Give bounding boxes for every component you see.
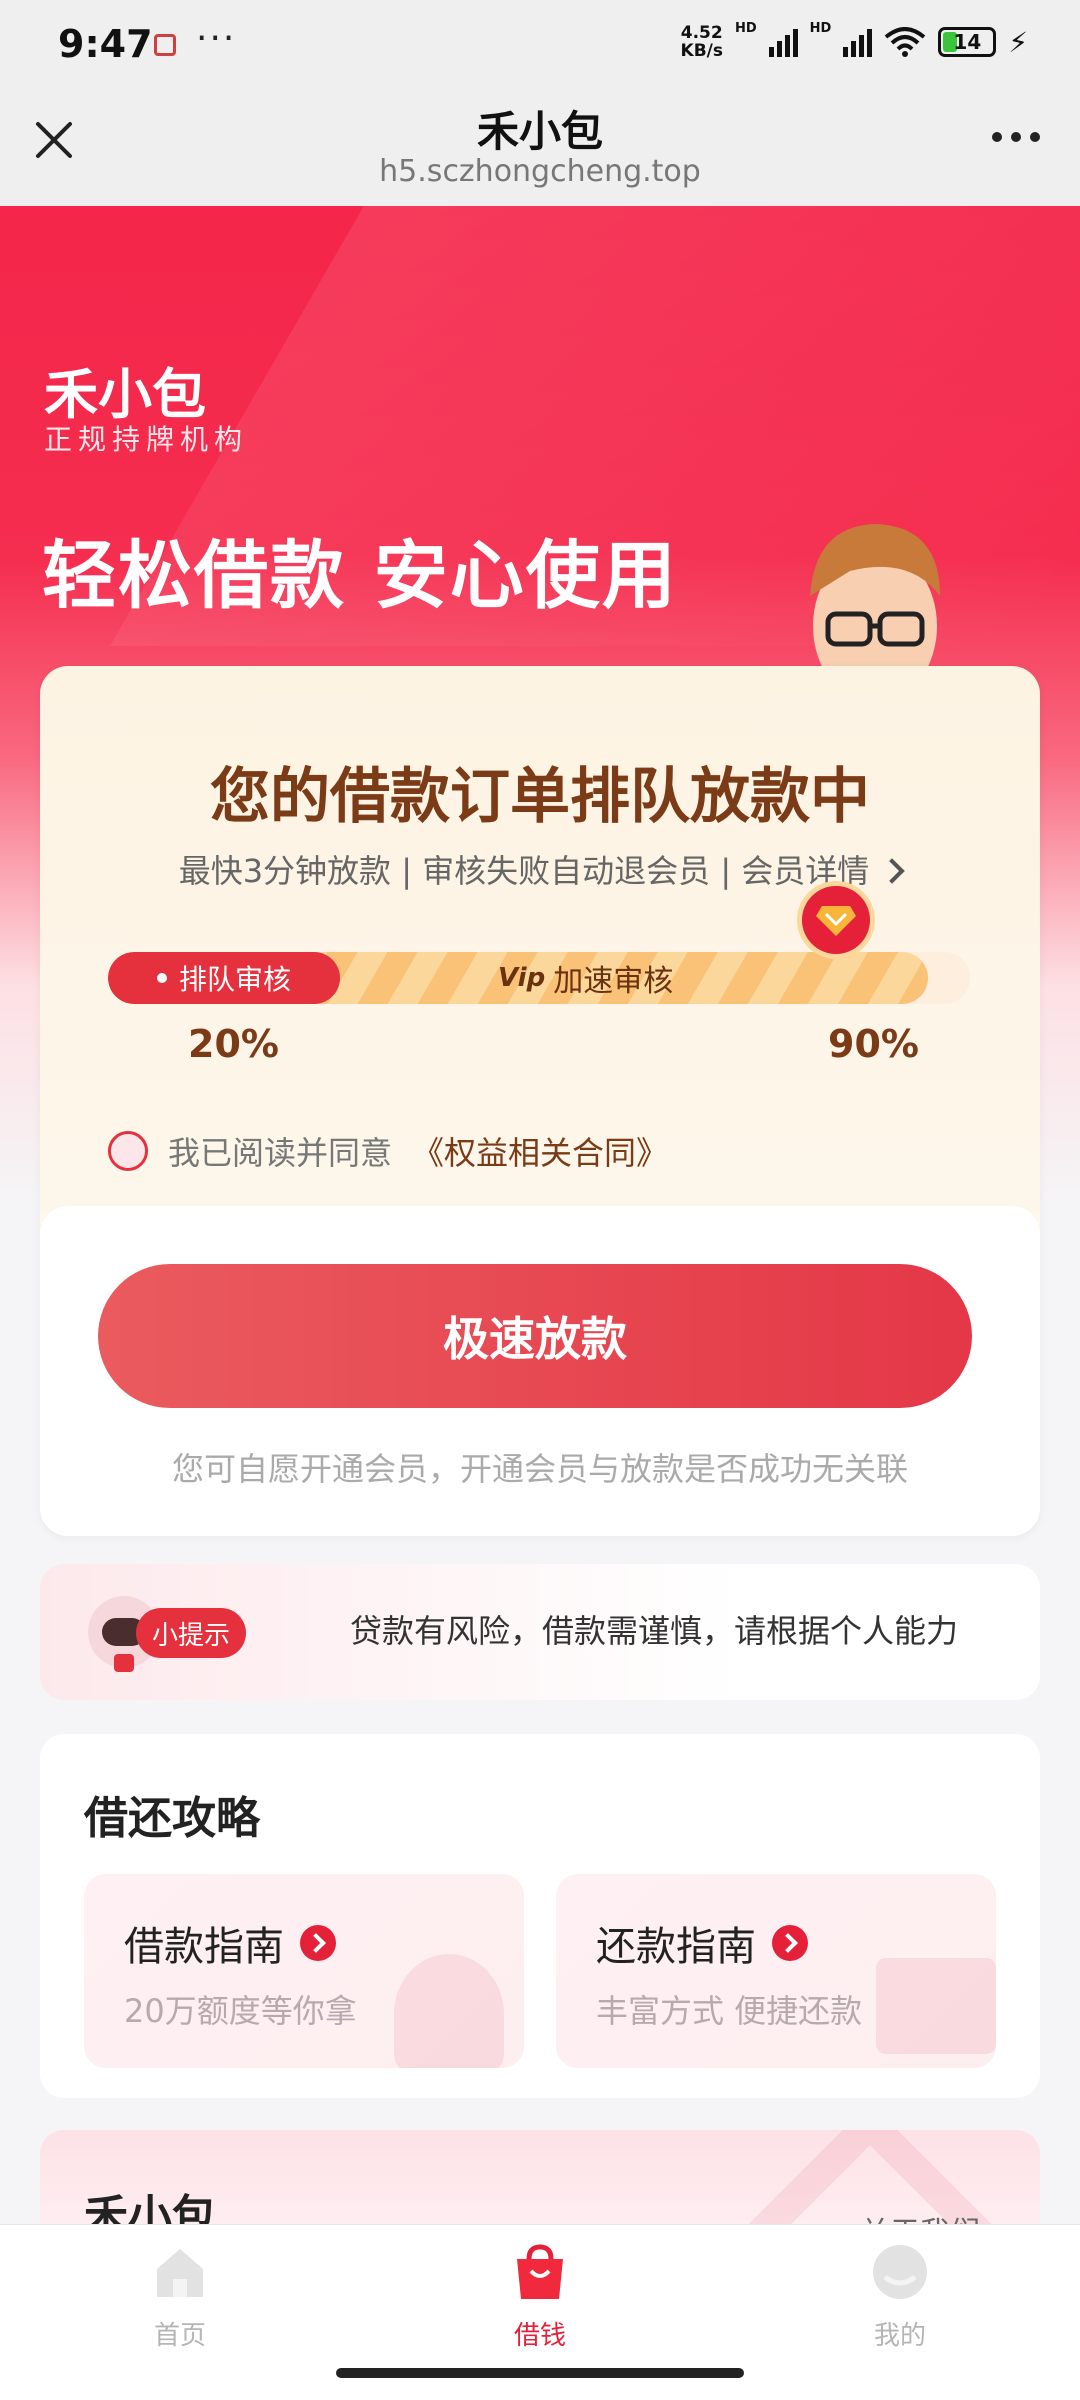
tip-banner: 小提示 贷款有风险，借款需谨慎，请根据个人能力: [40, 1564, 1040, 1700]
hd-label-2: HD: [809, 20, 832, 36]
progress-percent-right: 90%: [828, 1022, 919, 1066]
fast-loan-button[interactable]: 极速放款: [98, 1264, 972, 1408]
borrow-guide-card[interactable]: 借款指南 20万额度等你拿: [84, 1874, 524, 2068]
tab-mine[interactable]: 我的: [800, 2243, 1000, 2352]
status-more-icon: ···: [196, 18, 237, 59]
loan-action-panel: 极速放款 您可自愿开通会员，开通会员与放款是否成功无关联: [40, 1206, 1040, 1536]
vip-icon: Vip: [498, 963, 546, 993]
card-icon: [876, 1958, 996, 2054]
review-progress-bar: 排队审核 Vip 加速审核: [108, 952, 970, 1004]
chevron-right-icon: [300, 1925, 336, 1961]
order-status-title: 您的借款订单排队放款中: [210, 762, 870, 832]
status-time: 9:47: [58, 22, 153, 66]
agreement-checkbox[interactable]: [108, 1131, 148, 1171]
user-icon: [873, 2245, 927, 2299]
hero-slogan: 轻松借款 安心使用: [42, 533, 678, 619]
home-icon: [157, 2249, 203, 2297]
agreement-row: 我已阅读并同意 《权益相关合同》: [108, 1128, 668, 1174]
order-status-subtitle[interactable]: 最快3分钟放款 | 审核失败自动退会员 | 会员详情: [40, 846, 1040, 892]
status-bar: 9:47 ··· 4.52 KB/s HD HD 14 ⚡: [0, 0, 1080, 92]
progress-step-queue: 排队审核: [108, 952, 340, 1004]
tip-marquee-text: 贷款有风险，借款需谨慎，请根据个人能力: [350, 1612, 959, 1650]
home-indicator[interactable]: [336, 2368, 744, 2378]
agreement-text: 我已阅读并同意: [168, 1134, 393, 1172]
tab-home[interactable]: 首页: [80, 2243, 280, 2352]
network-speed: 4.52 KB/s: [680, 23, 723, 61]
signal-icon-2: [843, 27, 873, 57]
tip-tag: 小提示: [136, 1608, 247, 1658]
vip-diamond-badge: [802, 886, 870, 954]
page-title: 禾小包: [476, 107, 603, 156]
nav-bar: 禾小包 h5.sczhongcheng.top: [0, 92, 1080, 206]
agreement-link[interactable]: 《权益相关合同》: [412, 1128, 668, 1174]
chevron-right-icon: [879, 858, 906, 884]
progress-percent-left: 20%: [188, 1022, 279, 1066]
money-bag-icon: [394, 1954, 504, 2068]
repay-guide-card[interactable]: 还款指南 丰富方式 便捷还款: [556, 1874, 996, 2068]
membership-note: 您可自愿开通会员，开通会员与放款是否成功无关联: [171, 1450, 908, 1488]
signal-icon: [768, 27, 798, 57]
charging-icon: ⚡: [1008, 25, 1028, 59]
wifi-icon: [885, 27, 926, 57]
notification-icon: [154, 34, 176, 56]
page-url: h5.sczhongcheng.top: [379, 154, 701, 189]
chevron-right-icon: [772, 1925, 808, 1961]
tab-borrow[interactable]: 借钱: [440, 2243, 640, 2352]
diamond-icon: [816, 906, 856, 936]
shopping-bag-icon: [517, 2244, 563, 2299]
order-status-card: 您的借款订单排队放款中 最快3分钟放款 | 审核失败自动退会员 | 会员详情 排…: [40, 666, 1040, 1536]
dot-icon: [156, 973, 167, 983]
guide-section-title: 借还攻略: [84, 1793, 260, 1844]
progress-step-accelerate: Vip 加速审核: [498, 963, 674, 999]
more-icon[interactable]: [992, 132, 1040, 142]
hero-brand-sub: 正规持牌机构: [44, 423, 249, 456]
battery-icon: 14: [938, 27, 997, 57]
guide-section: 借还攻略 借款指南 20万额度等你拿 还款指南 丰富方式 便捷还款: [40, 1734, 1040, 2098]
hd-label: HD: [734, 20, 757, 36]
status-right: 4.52 KB/s HD HD 14 ⚡: [680, 20, 1028, 61]
